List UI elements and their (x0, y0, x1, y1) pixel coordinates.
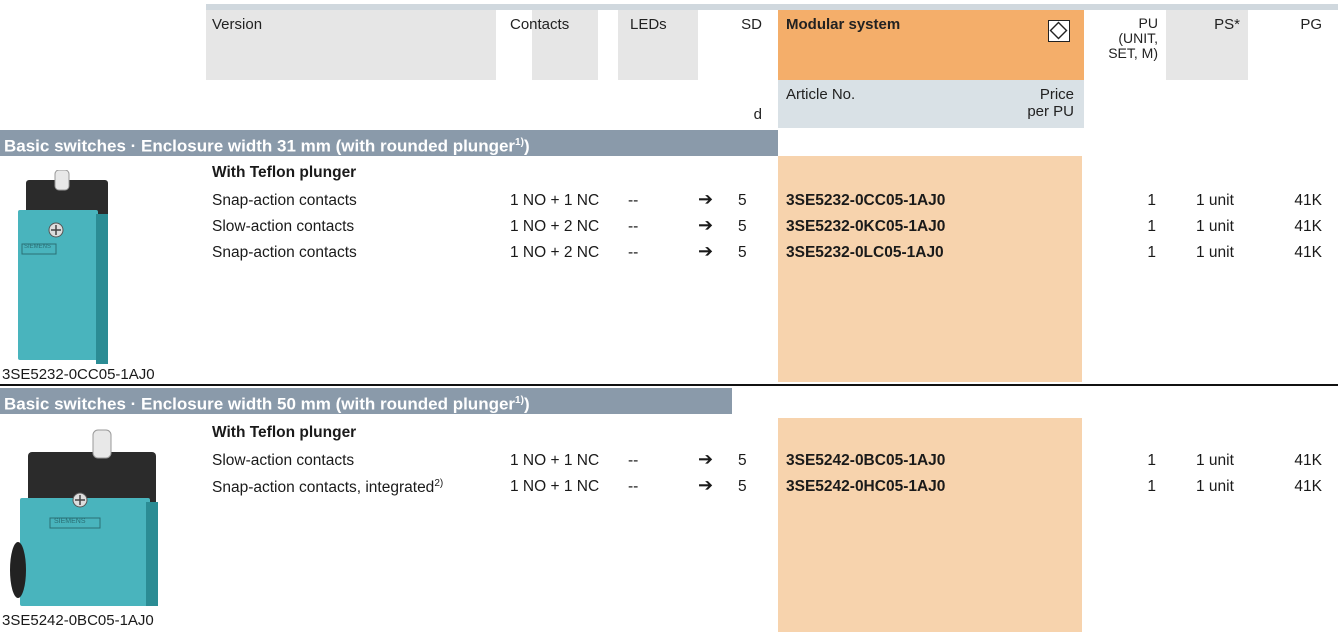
row-ps: 1 unit (1196, 192, 1234, 209)
row-pg: 41K (1294, 192, 1322, 209)
row-pg: 41K (1294, 452, 1322, 469)
row-contacts: 1 NO + 1 NC (510, 192, 600, 209)
row-pu: 1 (1147, 218, 1156, 235)
article-column-bg-1 (778, 156, 1082, 382)
header-ps: PS* (1214, 16, 1240, 33)
header-pu: PU (UNIT, SET, M) (1108, 15, 1158, 61)
image-caption-1: 3SE5232-0CC05-1AJ0 (2, 366, 155, 383)
circled-right-arrow-icon: ➔ (698, 475, 714, 495)
article-column-bg-2 (778, 418, 1082, 632)
row-pu: 1 (1147, 478, 1156, 495)
row-leds: -- (628, 192, 639, 209)
row-ps: 1 unit (1196, 244, 1234, 261)
row-version: Slow-action contacts (212, 218, 355, 235)
header-modular-label: Modular system (786, 16, 901, 33)
row-sd: 5 (738, 478, 747, 495)
row-ps: 1 unit (1196, 218, 1234, 235)
row-leds: -- (628, 478, 639, 495)
row-article[interactable]: 3SE5232-0LC05-1AJ0 (786, 244, 944, 262)
row-pu: 1 (1147, 452, 1156, 469)
header-leds: LEDs (630, 16, 667, 33)
row-version: Snap-action contacts (212, 192, 357, 209)
circled-right-arrow-icon: ➔ (698, 189, 714, 209)
section-divider (0, 384, 1338, 386)
subheading-2: With Teflon plunger (212, 424, 357, 441)
product-logo-text: SIEMENS (54, 518, 86, 525)
circled-right-arrow-icon: ➔ (698, 215, 714, 235)
header-article-no: Article No. (786, 86, 856, 103)
row-pg: 41K (1294, 478, 1322, 495)
row-sd: 5 (738, 244, 747, 261)
row-leds: -- (628, 452, 639, 469)
header-sd: SD (741, 16, 762, 33)
row-contacts: 1 NO + 2 NC (510, 244, 600, 261)
row-pg: 41K (1294, 218, 1322, 235)
row-pu: 1 (1147, 192, 1156, 209)
image-caption-2: 3SE5242-0BC05-1AJ0 (2, 612, 154, 629)
row-contacts: 1 NO + 1 NC (510, 478, 600, 495)
row-article[interactable]: 3SE5232-0CC05-1AJ0 (786, 192, 945, 210)
header-pg: PG (1300, 16, 1322, 33)
row-article[interactable]: 3SE5242-0BC05-1AJ0 (786, 452, 945, 470)
row-pu: 1 (1147, 244, 1156, 261)
row-article[interactable]: 3SE5232-0KC05-1AJ0 (786, 218, 945, 236)
diamond-in-square-icon (1048, 20, 1070, 42)
section-title-50mm: Basic switches · Enclosure width 50 mm (… (0, 388, 732, 414)
row-article[interactable]: 3SE5242-0HC05-1AJ0 (786, 478, 945, 496)
row-version: Snap-action contacts, integrated2) (212, 478, 444, 497)
row-version: Snap-action contacts (212, 244, 357, 261)
header-contacts: Contacts (510, 16, 570, 33)
row-sd: 5 (738, 218, 747, 235)
row-pg: 41K (1294, 244, 1322, 261)
row-contacts: 1 NO + 1 NC (510, 452, 600, 469)
row-sd: 5 (738, 452, 747, 469)
row-ps: 1 unit (1196, 452, 1234, 469)
product-image-3se5232: SIEMENS (8, 169, 114, 366)
product-image-3se5242: SIEMENS (10, 428, 162, 610)
header-price: Price per PU (1027, 86, 1074, 120)
header-sd-unit: d (753, 106, 762, 123)
row-leds: -- (628, 244, 639, 261)
section-title-31mm: Basic switches · Enclosure width 31 mm (… (0, 130, 778, 156)
subheading-1: With Teflon plunger (212, 164, 357, 181)
row-contacts: 1 NO + 2 NC (510, 218, 600, 235)
row-leds: -- (628, 218, 639, 235)
row-version: Slow-action contacts (212, 452, 355, 469)
row-sd: 5 (738, 192, 747, 209)
product-logo-text: SIEMENS (24, 244, 52, 250)
circled-right-arrow-icon: ➔ (698, 241, 714, 261)
header-version: Version (212, 16, 263, 33)
row-ps: 1 unit (1196, 478, 1234, 495)
circled-right-arrow-icon: ➔ (698, 449, 714, 469)
